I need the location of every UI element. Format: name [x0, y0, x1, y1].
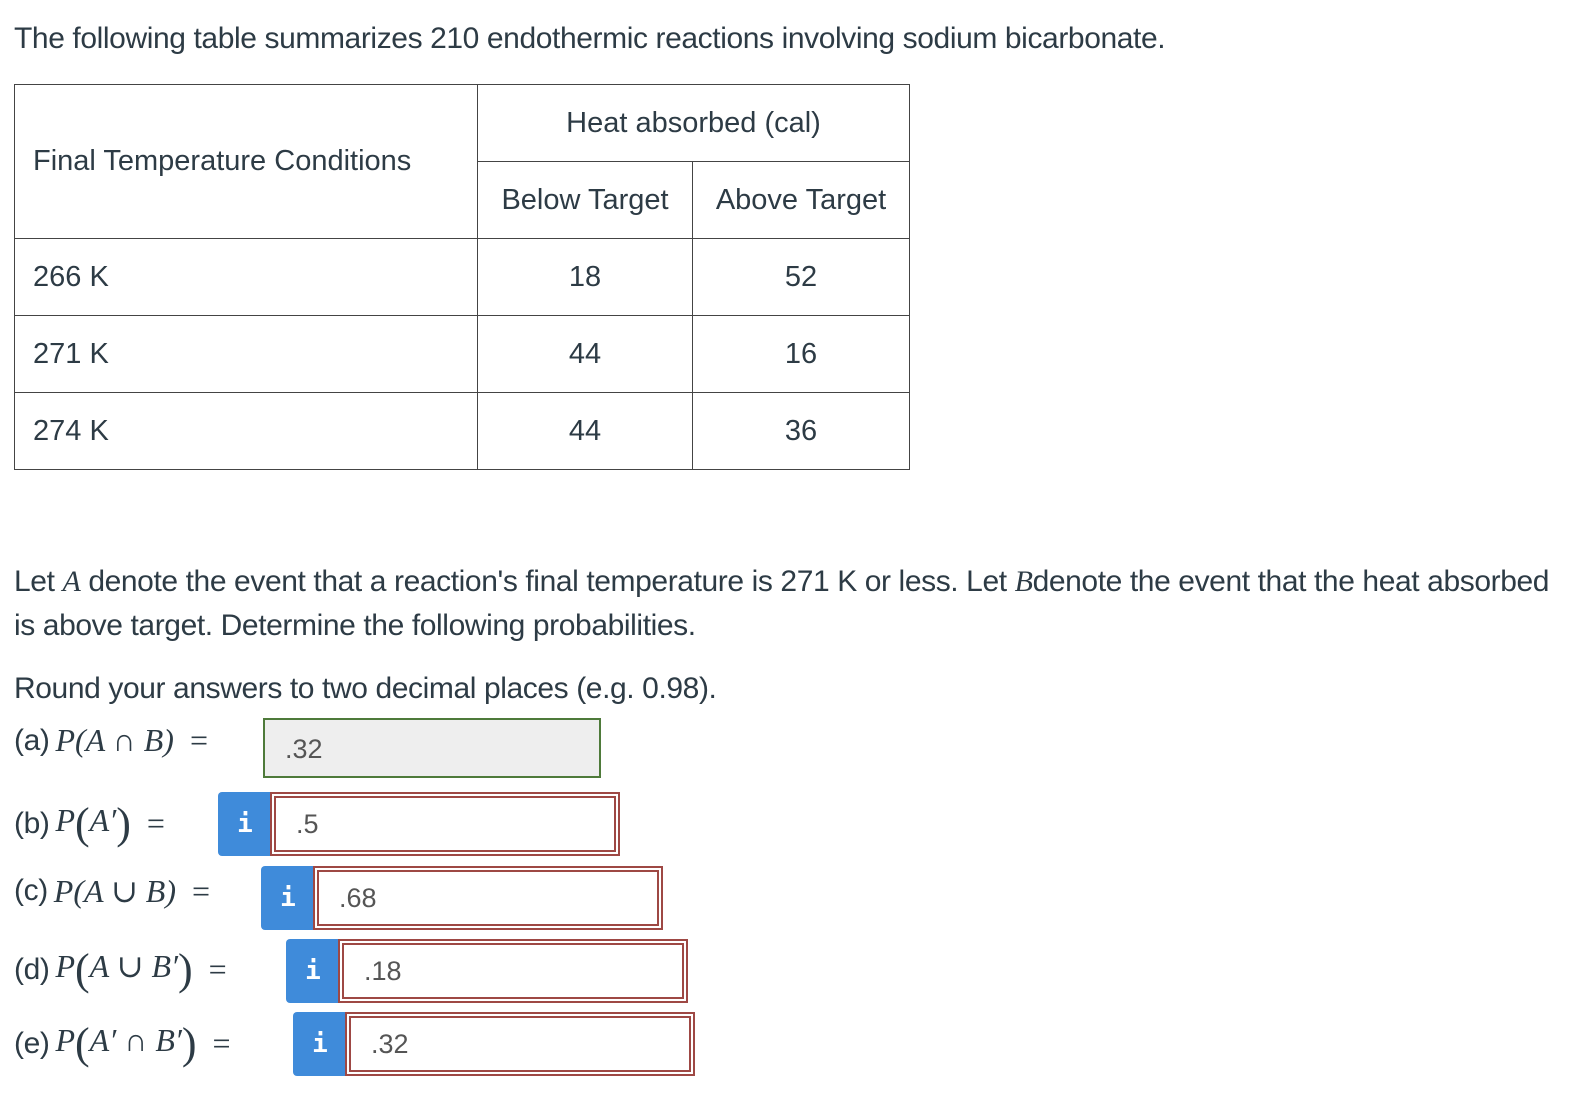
equals-sign: =: [208, 951, 227, 987]
data-table: Final Temperature Conditions Heat absorb…: [14, 84, 910, 470]
row-header: Final Temperature Conditions: [14, 84, 478, 239]
question-expression: P(A ∪ B′): [55, 944, 192, 995]
table-row: 274 K 44 36: [14, 392, 910, 470]
row-label: 266 K: [14, 238, 478, 316]
cell: 36: [692, 392, 910, 470]
paren: ): [178, 945, 193, 994]
inner-expr: A ∪ B′: [89, 947, 178, 984]
info-icon[interactable]: i: [286, 939, 340, 1003]
row-label: 271 K: [14, 315, 478, 393]
intro-text: The following table summarizes 210 endot…: [14, 22, 1166, 55]
var-b: B: [1014, 565, 1033, 598]
p-symbol: P: [55, 1021, 76, 1058]
paren: ): [181, 1019, 197, 1068]
question-e: (e) P(A′ ∩ B′) =: [14, 1018, 231, 1069]
info-icon[interactable]: i: [293, 1012, 347, 1076]
cell: 44: [477, 315, 693, 393]
p-symbol: P: [55, 947, 76, 984]
text: Let: [14, 565, 63, 598]
question-expression: P(A′ ∩ B′): [55, 1018, 196, 1069]
text: denote the event that a reaction's final…: [80, 565, 1015, 598]
column-header: Above Target: [692, 161, 910, 239]
info-icon[interactable]: i: [261, 866, 315, 930]
question-b: (b) P(A′) =: [14, 798, 165, 849]
p-symbol: P: [55, 801, 76, 838]
row-label: 274 K: [14, 392, 478, 470]
paren: ): [116, 799, 131, 848]
var-a: A: [62, 565, 81, 598]
cell: 44: [477, 392, 693, 470]
cell: 52: [692, 238, 910, 316]
question-d: (d) P(A ∪ B′) =: [14, 944, 227, 995]
table-row: 266 K 18 52: [14, 238, 910, 316]
cell: 16: [692, 315, 910, 393]
question-expression: P(A′): [55, 798, 130, 849]
equals-sign: =: [212, 1025, 231, 1061]
answer-d-field[interactable]: .18: [338, 939, 688, 1003]
answer-c-field[interactable]: .68: [313, 866, 663, 930]
table-row: 271 K 44 16: [14, 315, 910, 393]
question-c: (c) P(A ∪ B) =: [14, 872, 210, 910]
round-instruction: Round your answers to two decimal places…: [14, 672, 717, 705]
answer-b-field[interactable]: .5: [270, 792, 620, 856]
question-label: (a): [14, 723, 50, 757]
question-label: (d): [14, 952, 50, 986]
paren: (: [75, 1019, 90, 1068]
cell: 18: [477, 238, 693, 316]
group-header: Heat absorbed (cal): [477, 84, 910, 162]
equals-sign: =: [191, 872, 211, 909]
question-a: (a) P(A ∩ B) =: [14, 722, 208, 759]
equals-sign: =: [146, 805, 165, 841]
paren: (: [75, 799, 90, 848]
question-label: (c): [14, 874, 48, 907]
inner-expr: A′ ∩ B′: [89, 1021, 182, 1058]
inner-expr: A′: [89, 801, 117, 838]
question-expression: P(A ∪ B): [53, 873, 176, 909]
question-label: (e): [14, 1026, 50, 1060]
question-expression: P(A ∩ B): [55, 722, 174, 758]
paren: (: [75, 945, 90, 994]
info-icon[interactable]: i: [218, 792, 272, 856]
question-label: (b): [14, 806, 50, 840]
answer-a-field[interactable]: .32: [263, 718, 601, 778]
problem-statement: Let A denote the event that a reaction's…: [14, 560, 1564, 648]
column-header: Below Target: [477, 161, 693, 239]
answer-e-field[interactable]: .32: [345, 1012, 695, 1076]
equals-sign: =: [189, 722, 208, 758]
